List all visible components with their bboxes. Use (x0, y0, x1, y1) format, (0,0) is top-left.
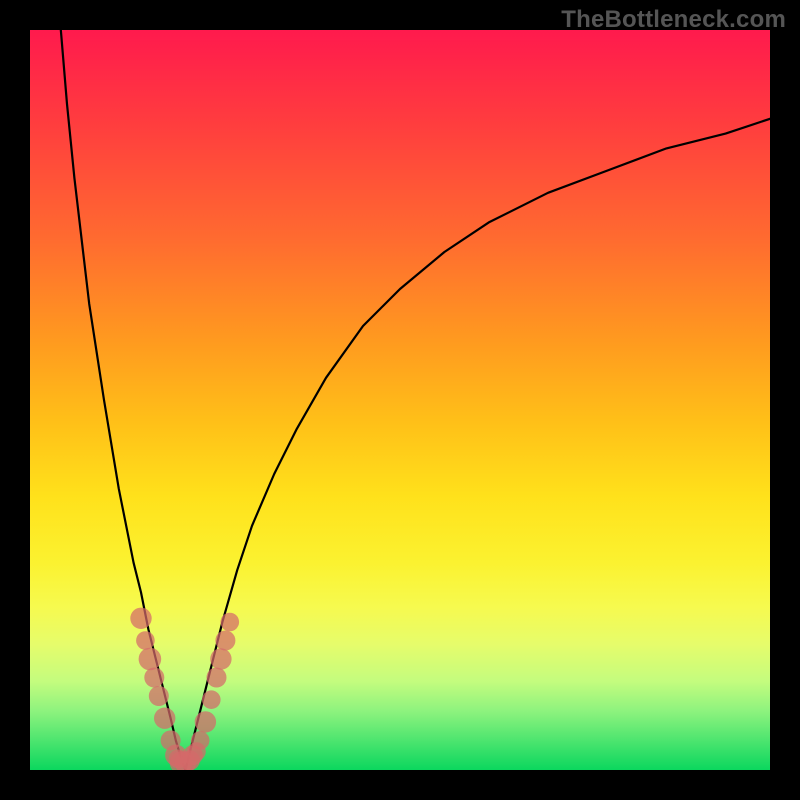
data-point (154, 708, 175, 729)
chart-svg (30, 30, 770, 770)
data-point (191, 731, 210, 750)
bottleneck-curve-left (60, 30, 186, 770)
chart-frame: TheBottleneck.com (0, 0, 800, 800)
data-point (221, 613, 240, 632)
cluster-points (130, 608, 239, 770)
data-point (215, 631, 235, 651)
data-point (210, 648, 231, 669)
data-point (144, 668, 164, 688)
data-point (207, 668, 227, 688)
plot-area (30, 30, 770, 770)
data-point (136, 631, 155, 650)
data-point (195, 711, 216, 732)
data-point (202, 690, 221, 709)
data-point (130, 608, 151, 629)
watermark-text: TheBottleneck.com (561, 6, 786, 34)
data-point (149, 686, 169, 706)
bottleneck-curve-right (185, 119, 770, 770)
data-point (139, 648, 162, 671)
